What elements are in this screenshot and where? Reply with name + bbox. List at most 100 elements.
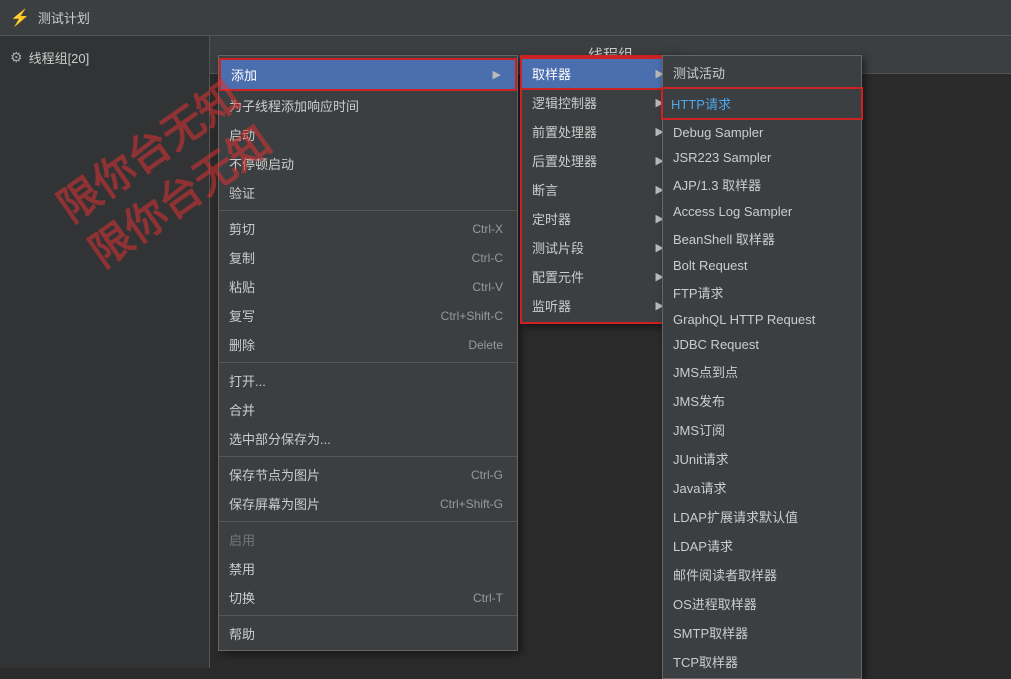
label: 打开...	[229, 371, 266, 390]
menu-item-pre-processor[interactable]: 前置处理器 ▶	[522, 117, 678, 146]
menu-item-jms-subscribe[interactable]: JMS订阅	[663, 415, 861, 444]
menu-item-smtp[interactable]: SMTP取样器	[663, 618, 861, 647]
menu-item-save-screen-img[interactable]: 保存屏幕为图片 Ctrl+Shift-G	[219, 489, 517, 518]
separator	[219, 210, 517, 211]
shortcut: Ctrl+Shift-G	[440, 497, 503, 511]
menu-item-ajp13[interactable]: AJP/1.3 取样器	[663, 170, 861, 199]
label: 断言	[532, 180, 558, 199]
menu-item-enable[interactable]: 启用	[219, 525, 517, 554]
menu-item-access-log-sampler[interactable]: Access Log Sampler	[663, 199, 861, 224]
label: BeanShell 取样器	[673, 229, 775, 248]
shortcut: Ctrl-C	[472, 251, 503, 265]
menu-item-config-element[interactable]: 配置元件 ▶	[522, 262, 678, 291]
label: SMTP取样器	[673, 623, 748, 642]
label: OS进程取样器	[673, 594, 757, 613]
label: 保存节点为图片	[229, 465, 320, 484]
menu-item-assertion[interactable]: 断言 ▶	[522, 175, 678, 204]
label: HTTP请求	[671, 94, 731, 113]
label: 逻辑控制器	[532, 93, 597, 112]
menu-item-open[interactable]: 打开...	[219, 366, 517, 395]
label: JMS发布	[673, 391, 725, 410]
shortcut: Ctrl-T	[473, 591, 503, 605]
label: 启动	[229, 125, 255, 144]
label: LDAP请求	[673, 536, 733, 555]
menu-item-mail-reader[interactable]: 邮件阅读者取样器	[663, 560, 861, 589]
menu-item-os-process[interactable]: OS进程取样器	[663, 589, 861, 618]
label: 不停顿启动	[229, 154, 294, 173]
label: 验证	[229, 183, 255, 202]
menu-item-listener[interactable]: 监听器 ▶	[522, 291, 678, 320]
label: 监听器	[532, 296, 571, 315]
menu-item-disable[interactable]: 禁用	[219, 554, 517, 583]
label: 邮件阅读者取样器	[673, 565, 777, 584]
menu-item-jdbc-request[interactable]: JDBC Request	[663, 332, 861, 357]
menu-item-java-request[interactable]: Java请求	[663, 473, 861, 502]
label: AJP/1.3 取样器	[673, 175, 761, 194]
label: 为子线程添加响应时间	[229, 96, 359, 115]
menu-item-sampler[interactable]: 取样器 ▶	[520, 57, 680, 90]
menu-item-add-response-time[interactable]: 为子线程添加响应时间	[219, 91, 517, 120]
label: GraphQL HTTP Request	[673, 312, 815, 327]
label: 测试片段	[532, 238, 584, 257]
menu-item-merge[interactable]: 合并	[219, 395, 517, 424]
label: 保存屏幕为图片	[229, 494, 320, 513]
menu-item-graphql-http[interactable]: GraphQL HTTP Request	[663, 307, 861, 332]
menu-item-http-request[interactable]: HTTP请求	[661, 87, 863, 120]
menu-item-tcp[interactable]: TCP取样器	[663, 647, 861, 676]
menu-item-timer[interactable]: 定时器 ▶	[522, 204, 678, 233]
menu-item-help[interactable]: 帮助	[219, 619, 517, 648]
separator	[219, 615, 517, 616]
label: 选中部分保存为...	[229, 429, 331, 448]
menu-item-validate[interactable]: 验证	[219, 178, 517, 207]
label: 剪切	[229, 219, 255, 238]
menu-item-jms-publish[interactable]: JMS发布	[663, 386, 861, 415]
menu-item-ldap-ext[interactable]: LDAP扩展请求默认值	[663, 502, 861, 531]
separator	[219, 456, 517, 457]
menu-item-junit-request[interactable]: JUnit请求	[663, 444, 861, 473]
label: 切换	[229, 588, 255, 607]
menu-item-save-node-img[interactable]: 保存节点为图片 Ctrl-G	[219, 460, 517, 489]
context-menu-level2: 取样器 ▶ 逻辑控制器 ▶ 前置处理器 ▶ 后置处理器 ▶ 断言 ▶ 定时器 ▶…	[520, 55, 680, 324]
label: 定时器	[532, 209, 571, 228]
label: 复制	[229, 248, 255, 267]
separator	[219, 521, 517, 522]
label: 启用	[229, 530, 255, 549]
menu-item-ldap-request[interactable]: LDAP请求	[663, 531, 861, 560]
menu-item-ftp-request[interactable]: FTP请求	[663, 278, 861, 307]
submenu-arrow: ▶	[493, 68, 501, 81]
label: Bolt Request	[673, 258, 747, 273]
menu-item-copy[interactable]: 复制 Ctrl-C	[219, 243, 517, 272]
menu-item-toggle[interactable]: 切换 Ctrl-T	[219, 583, 517, 612]
menu-item-jms-p2p[interactable]: JMS点到点	[663, 357, 861, 386]
label: FTP请求	[673, 283, 724, 302]
label: 测试活动	[673, 63, 725, 82]
label: 前置处理器	[532, 122, 597, 141]
menu-item-test-action[interactable]: 测试活动	[663, 58, 861, 87]
shortcut: Delete	[468, 338, 503, 352]
menu-item-bolt-request[interactable]: Bolt Request	[663, 253, 861, 278]
menu-item-cut[interactable]: 剪切 Ctrl-X	[219, 214, 517, 243]
menu-item-start[interactable]: 启动	[219, 120, 517, 149]
menu-item-beanshell-sampler[interactable]: BeanShell 取样器	[663, 224, 861, 253]
label: Java请求	[673, 478, 726, 497]
label: Debug Sampler	[673, 125, 763, 140]
menu-item-debug-sampler[interactable]: Debug Sampler	[663, 120, 861, 145]
shortcut: Ctrl-V	[472, 280, 503, 294]
menu-item-add-label: 添加	[231, 65, 257, 84]
label: 帮助	[229, 624, 255, 643]
menu-item-post-processor[interactable]: 后置处理器 ▶	[522, 146, 678, 175]
menu-item-paste[interactable]: 粘贴 Ctrl-V	[219, 272, 517, 301]
menu-item-delete[interactable]: 删除 Delete	[219, 330, 517, 359]
menu-item-start-no-pause[interactable]: 不停顿启动	[219, 149, 517, 178]
shortcut: Ctrl+Shift-C	[441, 309, 503, 323]
label: 取样器	[532, 64, 571, 83]
menu-item-jsr223-sampler[interactable]: JSR223 Sampler	[663, 145, 861, 170]
label: 粘贴	[229, 277, 255, 296]
menu-item-add[interactable]: 添加 ▶	[219, 58, 517, 91]
menu-item-test-fragment[interactable]: 测试片段 ▶	[522, 233, 678, 262]
label: 配置元件	[532, 267, 584, 286]
menu-item-duplicate[interactable]: 复写 Ctrl+Shift-C	[219, 301, 517, 330]
menu-item-save-selection[interactable]: 选中部分保存为...	[219, 424, 517, 453]
menu-item-logic-controller[interactable]: 逻辑控制器 ▶	[522, 88, 678, 117]
shortcut: Ctrl-G	[471, 468, 503, 482]
